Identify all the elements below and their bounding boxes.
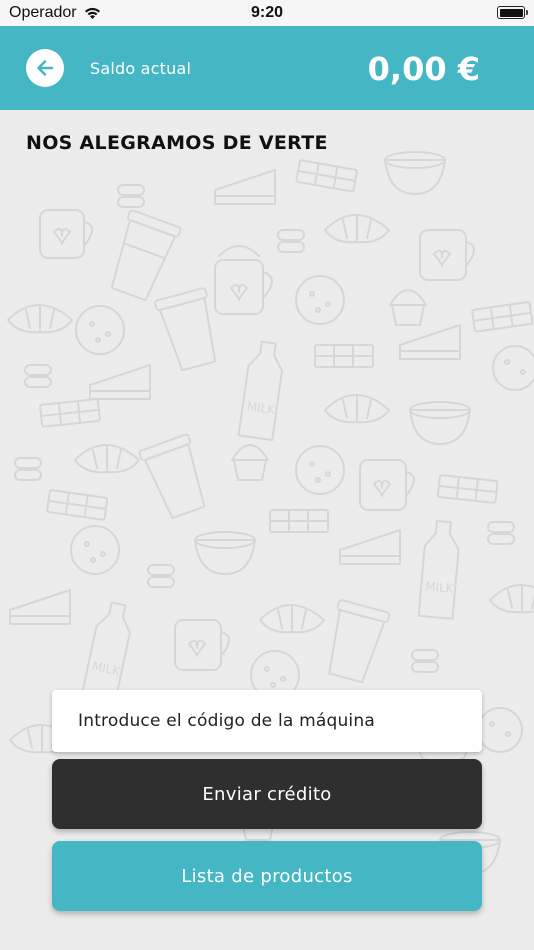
cookie-icon (477, 707, 523, 753)
cake-slice-icon (339, 529, 401, 565)
cookie-icon (75, 305, 125, 355)
clock: 9:20 (250, 4, 284, 21)
cup-icon (359, 459, 415, 511)
svg-text:MILK: MILK (91, 659, 123, 679)
croissant-icon (489, 584, 534, 614)
macaron-icon (14, 457, 42, 481)
back-button[interactable] (26, 49, 64, 87)
chocolate-bar-icon (471, 301, 534, 333)
takeaway-cup-icon (154, 287, 217, 372)
takeaway-cup-icon (328, 599, 391, 684)
milk-bottle-icon: MILK (237, 340, 284, 442)
croissant-icon (324, 394, 390, 424)
cake-slice-icon (89, 364, 151, 400)
milk-bottle-icon: MILK (417, 520, 460, 620)
greeting-title: NOS ALEGRAMOS DE VERTE (26, 132, 328, 154)
chocolate-bar-icon (314, 344, 374, 368)
cup-icon (39, 209, 93, 259)
cup-icon (419, 229, 475, 281)
machine-code-input[interactable]: Introduce el código de la máquina (52, 690, 482, 752)
cup-icon (174, 619, 230, 671)
croissant-icon (74, 444, 140, 474)
chocolate-bar-icon (295, 159, 358, 193)
bowl-icon (194, 531, 256, 575)
bowl-icon (384, 151, 446, 195)
arrow-left-icon (37, 60, 54, 76)
cupcake-icon (389, 289, 427, 326)
cupcake-icon (231, 444, 269, 481)
macaron-icon (487, 521, 515, 545)
croissant-icon (7, 304, 73, 334)
chocolate-bar-icon (269, 509, 329, 533)
takeaway-cup-icon (110, 209, 182, 302)
cookie-icon (70, 525, 120, 575)
cake-slice-icon (9, 589, 71, 625)
cup-icon (214, 245, 273, 315)
milk-bottle-icon: MILK (80, 601, 131, 703)
cookie-icon (295, 275, 345, 325)
balance-label: Saldo actual (90, 59, 192, 78)
macaron-icon (411, 649, 439, 673)
cake-slice-icon (399, 324, 461, 360)
croissant-icon (259, 604, 325, 634)
product-list-button[interactable]: Lista de productos (52, 841, 482, 911)
chocolate-bar-icon (39, 398, 101, 428)
macaron-icon (24, 364, 52, 388)
battery-icon (497, 6, 528, 19)
macaron-icon (147, 564, 175, 588)
send-credit-button[interactable]: Enviar crédito (52, 759, 482, 829)
status-bar: Operador 9:20 (0, 0, 534, 26)
chocolate-bar-icon (46, 489, 109, 521)
chocolate-bar-icon (436, 474, 499, 504)
bowl-icon (409, 401, 471, 445)
svg-text:MILK: MILK (425, 579, 456, 596)
takeaway-cup-icon (138, 433, 206, 520)
balance-value: 0,00 € (367, 50, 480, 88)
balance-header: Saldo actual 0,00 € (0, 26, 534, 110)
macaron-icon (277, 229, 305, 253)
croissant-icon (324, 214, 390, 244)
macaron-icon (117, 184, 145, 208)
cookie-icon (295, 445, 345, 495)
svg-text:MILK: MILK (246, 399, 277, 417)
cake-slice-icon (214, 169, 276, 205)
cookie-icon (492, 345, 534, 391)
